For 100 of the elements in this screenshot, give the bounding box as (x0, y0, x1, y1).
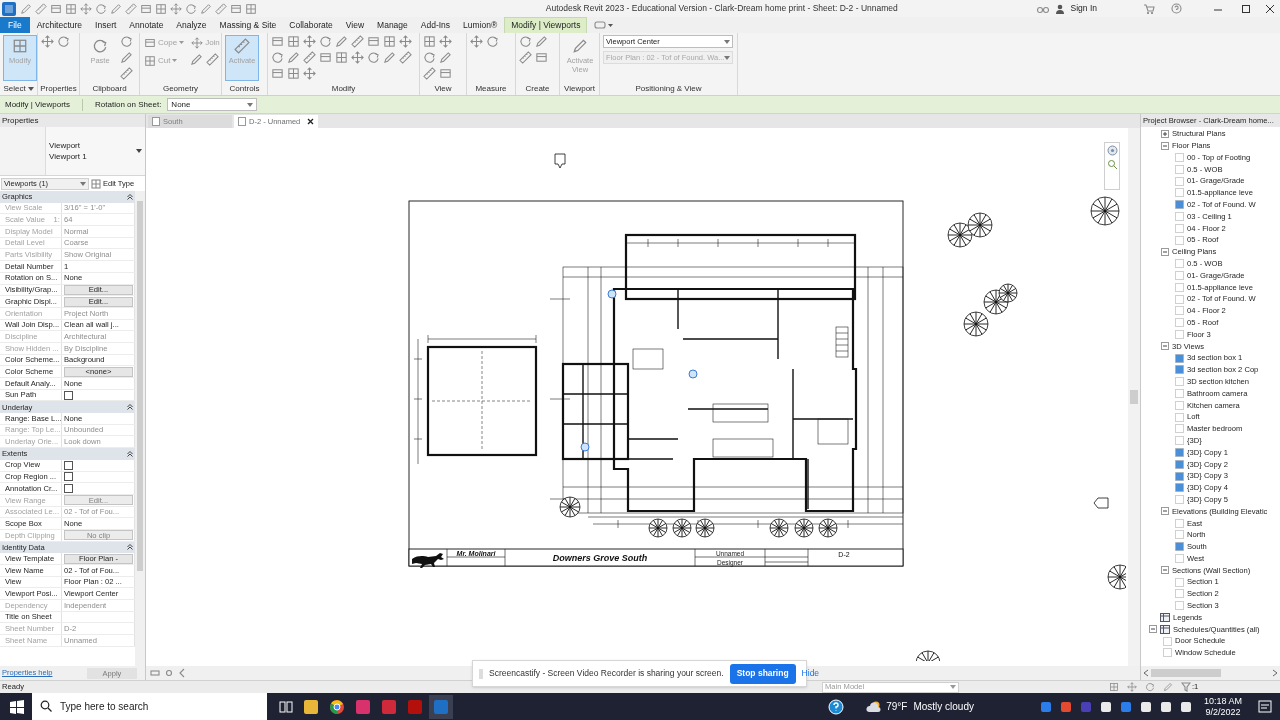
rotate-icon[interactable] (57, 35, 70, 48)
ruler-icon[interactable] (206, 53, 220, 66)
pencil-icon[interactable] (190, 53, 204, 66)
browser-icon[interactable] (329, 698, 345, 715)
grid-icon[interactable] (287, 35, 300, 48)
rotate-icon[interactable] (1145, 682, 1155, 692)
search-field[interactable]: Type here to search (32, 693, 267, 720)
grid-icon[interactable] (383, 35, 396, 48)
tray-icon[interactable] (1139, 700, 1152, 713)
collapse-chevron-icon[interactable] (127, 404, 133, 411)
dropdown-toggle-icon[interactable] (594, 20, 615, 30)
ribbon-tab[interactable]: Annotate (123, 17, 170, 33)
collapse-icon[interactable] (1161, 507, 1169, 516)
ribbon-tab[interactable]: Modify | Viewports (504, 17, 588, 33)
collapse-icon[interactable] (1149, 625, 1157, 634)
ruler-icon[interactable] (351, 35, 364, 48)
rotate-icon[interactable] (519, 35, 532, 48)
ruler-icon[interactable] (125, 2, 137, 15)
stop-sharing-button[interactable]: Stop sharing (729, 663, 796, 684)
drag-handle-icon[interactable] (479, 668, 483, 679)
square-icon[interactable] (140, 2, 152, 15)
rotation-dropdown[interactable]: None (167, 98, 258, 111)
square-icon[interactable] (535, 51, 548, 64)
square-icon[interactable] (50, 2, 62, 15)
ribbon-tab[interactable]: View (339, 17, 371, 33)
maximize-icon[interactable] (1240, 3, 1252, 14)
move-arrows-icon[interactable] (399, 35, 412, 48)
pencil-icon[interactable] (20, 2, 32, 15)
tray-icon[interactable] (1159, 700, 1172, 713)
grid-icon[interactable] (155, 2, 167, 15)
file-menu-tab[interactable]: File (0, 17, 30, 33)
pencil-icon[interactable] (383, 51, 396, 64)
grid-icon[interactable] (1109, 682, 1119, 692)
expand-icon[interactable] (1161, 129, 1169, 138)
square-icon[interactable] (439, 67, 452, 80)
square-icon[interactable] (271, 35, 284, 48)
move-arrows-icon[interactable] (351, 51, 364, 64)
checkbox[interactable] (64, 484, 73, 494)
close-icon[interactable] (1264, 3, 1276, 14)
tray-icon[interactable] (1179, 700, 1192, 713)
hide-link[interactable]: Hide (801, 667, 820, 680)
zoom-icon[interactable] (1106, 159, 1118, 170)
checkbox[interactable] (64, 390, 73, 400)
move-arrows-icon[interactable] (303, 67, 316, 80)
rotate-icon[interactable] (367, 51, 380, 64)
ruler-icon[interactable] (519, 51, 532, 64)
ruler-icon[interactable] (303, 51, 316, 64)
collapse-chevron-icon[interactable] (127, 193, 133, 200)
weather-icon[interactable] (866, 699, 883, 714)
pencil-icon[interactable] (335, 35, 348, 48)
pencil-icon[interactable] (120, 51, 133, 64)
move-arrows-icon[interactable] (170, 2, 182, 15)
ribbon-tab[interactable]: Analyze (170, 17, 213, 33)
rotate-icon[interactable] (120, 35, 133, 48)
move-arrows-icon[interactable] (80, 2, 92, 15)
square-icon[interactable] (271, 67, 284, 80)
rotate-icon[interactable] (95, 2, 107, 15)
grid-icon[interactable] (65, 2, 77, 15)
navigation-bar[interactable] (1104, 142, 1120, 190)
sign-in-link[interactable]: Sign In (1070, 2, 1097, 15)
rotate-icon[interactable] (185, 2, 197, 15)
tray-icon[interactable] (1099, 700, 1112, 713)
pencil-icon[interactable] (535, 35, 548, 48)
move-arrows-icon[interactable] (439, 35, 452, 48)
close-icon[interactable] (307, 118, 314, 125)
grid-icon[interactable] (423, 35, 436, 48)
pencil-icon[interactable] (110, 2, 122, 15)
ruler-icon[interactable] (35, 2, 47, 15)
checkbox[interactable] (64, 472, 73, 482)
collapse-icon[interactable] (1161, 342, 1169, 351)
notification-icon[interactable] (1258, 699, 1272, 714)
rotate-icon[interactable] (319, 35, 332, 48)
task-view-icon[interactable] (279, 699, 293, 714)
ribbon-tab[interactable]: Collaborate (283, 17, 339, 33)
grip-handle[interactable] (580, 442, 590, 452)
ribbon-tab[interactable]: Add-Ins (414, 17, 457, 33)
pencil-icon[interactable] (200, 2, 212, 15)
collapse-icon[interactable] (1161, 566, 1169, 575)
grid-icon[interactable] (287, 67, 300, 80)
user-icon[interactable] (1054, 3, 1065, 14)
grip-handle[interactable] (607, 289, 617, 299)
sun-icon[interactable] (164, 668, 174, 678)
rotate-icon[interactable] (423, 51, 436, 64)
move-arrows-icon[interactable] (470, 35, 483, 48)
grip-handle[interactable] (688, 369, 698, 379)
app-icon[interactable] (381, 698, 397, 715)
ribbon-tab[interactable]: Architecture (30, 17, 89, 33)
pencil-icon[interactable] (439, 51, 452, 64)
collapse-chevron-icon[interactable] (127, 450, 133, 457)
collapse-icon[interactable] (1161, 247, 1169, 256)
ribbon-tab[interactable]: Manage (371, 17, 414, 33)
move-arrows-icon[interactable] (303, 35, 316, 48)
scale-icon[interactable] (150, 668, 160, 678)
rotate-icon[interactable] (486, 35, 499, 48)
app-icon[interactable] (355, 698, 371, 715)
ribbon-tab[interactable]: Massing & Site (213, 17, 283, 33)
scroll-left-icon[interactable] (178, 668, 186, 678)
type-selector[interactable]: Viewport Viewport 1 (0, 127, 145, 176)
ribbon-tab[interactable]: Insert (89, 17, 123, 33)
scrollbar[interactable] (135, 191, 145, 666)
